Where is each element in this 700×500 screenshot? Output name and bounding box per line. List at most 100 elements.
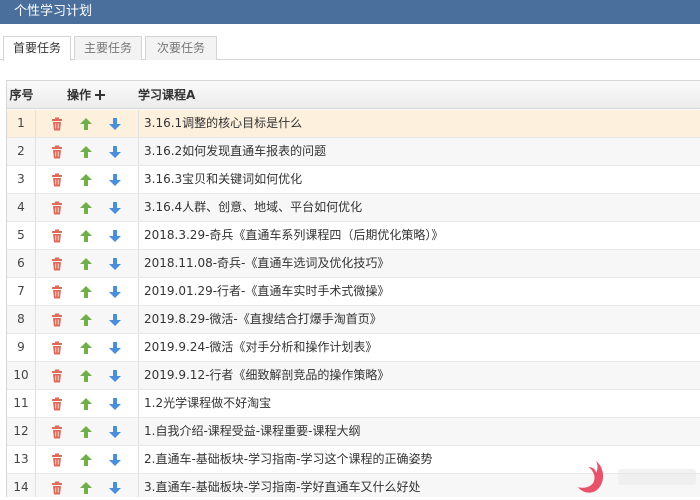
course-name[interactable]: 2019.9.12-行者《细致解剖竞品的操作策略》 [144, 362, 700, 389]
arrow-up-icon[interactable] [79, 229, 93, 243]
course-name[interactable]: 2019.8.29-微活-《直搜结合打爆手淘首页》 [144, 306, 700, 333]
row-number: 4 [7, 194, 36, 221]
arrow-up-icon[interactable] [79, 341, 93, 355]
course-name[interactable]: 3.16.3宝贝和关键词如何优化 [144, 166, 700, 193]
trash-icon[interactable] [50, 481, 64, 495]
arrow-down-icon[interactable] [108, 285, 122, 299]
arrow-down-icon[interactable] [108, 425, 122, 439]
table-row[interactable]: 4 3.16.4人群、创意、地域、平台如何优化 [7, 194, 700, 222]
header-ops-label: 操作 [67, 88, 92, 102]
trash-icon[interactable] [50, 257, 64, 271]
arrow-down-icon[interactable] [108, 341, 122, 355]
table-header: 序号 操作 学习课程A [7, 81, 700, 109]
arrow-down-icon[interactable] [108, 313, 122, 327]
trash-icon[interactable] [50, 229, 64, 243]
table-row[interactable]: 8 2019.8.29-微活-《直搜结合打爆手淘首页》 [7, 306, 700, 334]
arrow-up-icon[interactable] [79, 201, 93, 215]
row-actions [36, 390, 139, 417]
arrow-up-icon[interactable] [79, 145, 93, 159]
row-number: 8 [7, 306, 36, 333]
course-name[interactable]: 2018.3.29-奇兵《直通车系列课程四（后期优化策略）》 [144, 222, 700, 249]
course-table: 序号 操作 学习课程A 1 3.16.1调整的核心目标是什么 2 3.16.2如何发现… [6, 80, 700, 497]
arrow-up-icon[interactable] [79, 425, 93, 439]
plus-icon[interactable] [95, 82, 106, 100]
tab-secondary[interactable]: 次要任务 [145, 36, 217, 60]
row-actions [36, 250, 139, 277]
header-no: 序号 [9, 88, 34, 102]
trash-icon[interactable] [50, 425, 64, 439]
trash-icon[interactable] [50, 397, 64, 411]
table-row[interactable]: 12 1.自我介绍-课程受益-课程重要-课程大纲 [7, 418, 700, 446]
table-row[interactable]: 10 2019.9.12-行者《细致解剖竞品的操作策略》 [7, 362, 700, 390]
arrow-down-icon[interactable] [108, 397, 122, 411]
arrow-down-icon[interactable] [108, 229, 122, 243]
table-row[interactable]: 7 2019.01.29-行者-《直通车实时手术式微操》 [7, 278, 700, 306]
table-row[interactable]: 2 3.16.2如何发现直通车报表的问题 [7, 138, 700, 166]
trash-icon[interactable] [50, 201, 64, 215]
course-name[interactable]: 3.16.2如何发现直通车报表的问题 [144, 138, 700, 165]
course-name[interactable]: 3.16.4人群、创意、地域、平台如何优化 [144, 194, 700, 221]
arrow-up-icon[interactable] [79, 285, 93, 299]
table-row[interactable]: 5 2018.3.29-奇兵《直通车系列课程四（后期优化策略）》 [7, 222, 700, 250]
task-tabs: 首要任务 主要任务 次要任务 [0, 36, 700, 61]
arrow-up-icon[interactable] [79, 173, 93, 187]
row-number: 14 [7, 474, 36, 497]
row-number: 6 [7, 250, 36, 277]
arrow-down-icon[interactable] [108, 481, 122, 495]
table-row[interactable]: 1 3.16.1调整的核心目标是什么 [7, 110, 700, 138]
row-number: 7 [7, 278, 36, 305]
arrow-up-icon[interactable] [79, 313, 93, 327]
header-ops: 操作 [67, 81, 106, 109]
arrow-up-icon[interactable] [79, 257, 93, 271]
row-actions [36, 474, 139, 497]
tab-main[interactable]: 主要任务 [74, 36, 142, 60]
arrow-up-icon[interactable] [79, 453, 93, 467]
trash-icon[interactable] [50, 341, 64, 355]
row-actions [36, 334, 139, 361]
arrow-down-icon[interactable] [108, 145, 122, 159]
row-actions [36, 278, 139, 305]
trash-icon[interactable] [50, 369, 64, 383]
row-number: 9 [7, 334, 36, 361]
trash-icon[interactable] [50, 313, 64, 327]
course-name[interactable]: 1.自我介绍-课程受益-课程重要-课程大纲 [144, 418, 700, 445]
table-row[interactable]: 11 1.2光学课程做不好淘宝 [7, 390, 700, 418]
table-row[interactable]: 3 3.16.3宝贝和关键词如何优化 [7, 166, 700, 194]
course-name[interactable]: 3.16.1调整的核心目标是什么 [144, 110, 700, 137]
row-number: 5 [7, 222, 36, 249]
row-number: 11 [7, 390, 36, 417]
row-actions [36, 166, 139, 193]
row-number: 12 [7, 418, 36, 445]
header-course: 学习课程A [138, 88, 196, 102]
arrow-up-icon[interactable] [79, 117, 93, 131]
arrow-down-icon[interactable] [108, 453, 122, 467]
row-actions [36, 110, 139, 137]
table-row[interactable]: 9 2019.9.24-微活《对手分析和操作计划表》 [7, 334, 700, 362]
row-number: 13 [7, 446, 36, 473]
arrow-down-icon[interactable] [108, 201, 122, 215]
tab-primary[interactable]: 首要任务 [3, 36, 71, 61]
arrow-down-icon[interactable] [108, 369, 122, 383]
course-name[interactable]: 2019.9.24-微活《对手分析和操作计划表》 [144, 334, 700, 361]
row-number: 1 [7, 110, 36, 137]
arrow-up-icon[interactable] [79, 369, 93, 383]
arrow-down-icon[interactable] [108, 117, 122, 131]
trash-icon[interactable] [50, 145, 64, 159]
trash-icon[interactable] [50, 453, 64, 467]
row-number: 2 [7, 138, 36, 165]
window-title: 个性学习计划 [0, 0, 700, 24]
row-actions [36, 418, 139, 445]
arrow-down-icon[interactable] [108, 257, 122, 271]
course-name[interactable]: 1.2光学课程做不好淘宝 [144, 390, 700, 417]
arrow-up-icon[interactable] [79, 397, 93, 411]
trash-icon[interactable] [50, 173, 64, 187]
trash-icon[interactable] [50, 285, 64, 299]
row-actions [36, 222, 139, 249]
course-name[interactable]: 2018.11.08-奇兵-《直通车选词及优化技巧》 [144, 250, 700, 277]
arrow-down-icon[interactable] [108, 173, 122, 187]
trash-icon[interactable] [50, 117, 64, 131]
arrow-up-icon[interactable] [79, 481, 93, 495]
course-name[interactable]: 2019.01.29-行者-《直通车实时手术式微操》 [144, 278, 700, 305]
table-row[interactable]: 6 2018.11.08-奇兵-《直通车选词及优化技巧》 [7, 250, 700, 278]
row-actions [36, 446, 139, 473]
